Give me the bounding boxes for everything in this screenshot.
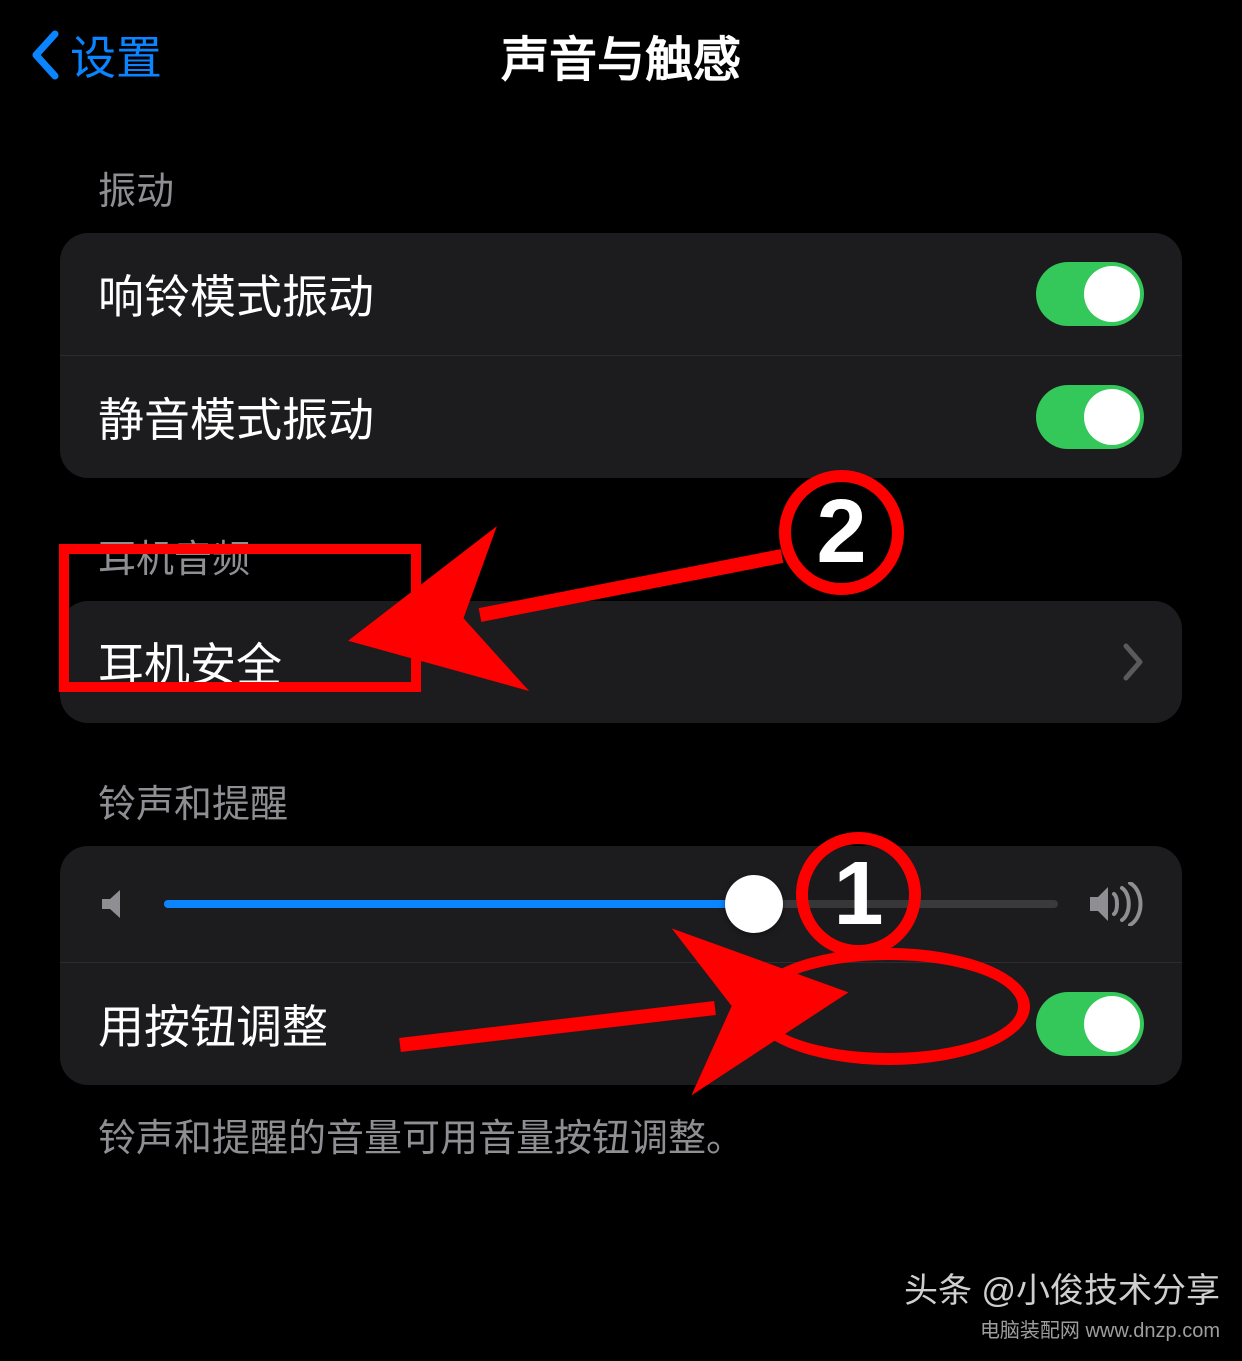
section-header-ringer: 铃声和提醒 (60, 723, 1182, 846)
switch-vibrate-on-silent[interactable] (1036, 385, 1144, 449)
group-ringer: 用按钮调整 (60, 846, 1182, 1085)
back-button[interactable]: 设置 (30, 22, 162, 88)
back-label: 设置 (70, 22, 162, 88)
cell-label: 响铃模式振动 (98, 261, 374, 327)
cell-vibrate-on-ring[interactable]: 响铃模式振动 (60, 233, 1182, 355)
volume-high-icon (1088, 882, 1144, 926)
volume-low-icon (98, 886, 134, 922)
annotation-marker-2: 2 (779, 470, 904, 595)
switch-change-with-buttons[interactable] (1036, 992, 1144, 1056)
page-title: 声音与触感 (0, 20, 1242, 90)
content-area: 振动 响铃模式振动 静音模式振动 耳机音频 耳机安全 铃声和提醒 (0, 110, 1242, 1162)
cell-vibrate-on-silent[interactable]: 静音模式振动 (60, 355, 1182, 478)
cell-label: 耳机安全 (98, 629, 282, 695)
footer-note: 铃声和提醒的音量可用音量按钮调整。 (60, 1085, 1182, 1162)
group-vibration: 响铃模式振动 静音模式振动 (60, 233, 1182, 478)
group-headphone: 耳机安全 (60, 601, 1182, 723)
watermark-main: 头条 @小俊技术分享 (904, 1272, 1220, 1310)
annotation-marker-1: 1 (796, 832, 921, 957)
section-header-vibration: 振动 (60, 110, 1182, 233)
chevron-right-icon (1122, 642, 1144, 682)
volume-slider[interactable] (164, 900, 1058, 908)
volume-slider-row (60, 846, 1182, 962)
annotation-ellipse-switch (748, 948, 1030, 1065)
watermark: 头条 @小俊技术分享 电脑装配网 www.dnzp.com (904, 1263, 1220, 1343)
switch-vibrate-on-ring[interactable] (1036, 262, 1144, 326)
nav-bar: 设置 声音与触感 (0, 0, 1242, 110)
cell-label: 用按钮调整 (98, 991, 328, 1057)
watermark-sub: 电脑装配网 www.dnzp.com (904, 1314, 1220, 1343)
cell-label: 静音模式振动 (98, 384, 374, 450)
chevron-left-icon (30, 30, 60, 80)
cell-headphone-safety[interactable]: 耳机安全 (60, 601, 1182, 723)
section-header-headphone: 耳机音频 (60, 478, 1182, 601)
